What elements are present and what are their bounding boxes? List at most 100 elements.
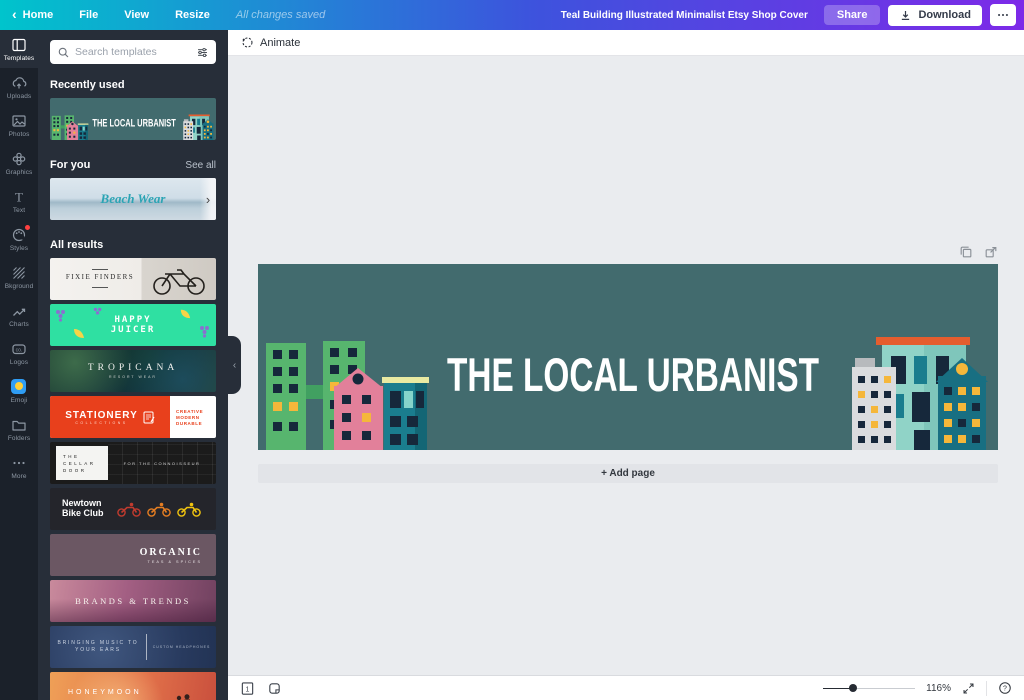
context-toolbar: Animate [228, 30, 1024, 56]
sidebar-rail: Templates Uploads Photos Graphics T Text… [0, 30, 38, 700]
templates-icon [11, 37, 27, 53]
cyclists-graphic [116, 502, 202, 517]
view-menu[interactable]: View [124, 9, 149, 21]
template-organic-thumb[interactable]: ORGANIC TEAS & SPICES [50, 534, 216, 576]
home-label: Home [23, 9, 54, 21]
fullscreen-icon[interactable] [962, 682, 975, 695]
sidebar-item-photos[interactable]: Photos [0, 106, 38, 144]
styles-icon [11, 227, 27, 243]
template-music-thumb[interactable]: BRINGING MUSIC TO YOUR EARS CUSTOM HEADP… [50, 626, 216, 668]
template-title: STATIONERY [65, 410, 138, 421]
template-subtitle: TEAS & SPICES [148, 560, 203, 564]
zoom-slider[interactable] [823, 683, 915, 693]
notification-dot [25, 225, 30, 230]
template-title-line: BRINGING MUSIC TO [50, 640, 146, 648]
template-urbanist-thumb[interactable] [50, 98, 216, 140]
rail-label: Graphics [6, 169, 33, 176]
template-beach-thumb[interactable]: Beach Wear › [50, 178, 216, 220]
collapse-chevron-icon: ‹ [233, 360, 236, 371]
add-page-above-icon[interactable] [984, 245, 998, 259]
carousel-next-icon[interactable]: › [200, 178, 216, 220]
rail-label: Charts [9, 321, 29, 328]
emoji-icon [11, 379, 27, 395]
template-fixie-thumb[interactable]: FIXIE FINDERS [50, 258, 216, 300]
sidebar-item-folders[interactable]: Folders [0, 410, 38, 448]
template-tagline: CUSTOM HEADPHONES [147, 645, 216, 649]
template-juicer-thumb[interactable]: HAPPY JUICER [50, 304, 216, 346]
search-box[interactable] [50, 40, 216, 64]
recently-used-heading: Recently used [50, 78, 216, 92]
template-bike-thumb[interactable]: Newtown Bike Club [50, 488, 216, 530]
pages-view-icon[interactable] [267, 681, 282, 696]
sidebar-item-charts[interactable]: Charts [0, 296, 38, 334]
document-title[interactable]: Teal Building Illustrated Minimalist Ets… [561, 10, 808, 21]
couple-silhouette-graphic [172, 694, 194, 700]
sidebar-item-more[interactable]: More [0, 448, 38, 486]
more-options-button[interactable] [990, 4, 1016, 26]
animate-label: Animate [260, 37, 300, 49]
rail-label: More [11, 473, 26, 480]
rail-label: Photos [9, 131, 30, 138]
design-page[interactable] [258, 264, 998, 450]
svg-text:1: 1 [246, 686, 250, 693]
sidebar-item-uploads[interactable]: Uploads [0, 68, 38, 106]
template-stationery-thumb[interactable]: STATIONERY COLLECTIONS CREATIVE MODERN D… [50, 396, 216, 438]
download-button[interactable]: Download [888, 5, 982, 26]
template-brands-thumb[interactable]: BRANDS & TRENDS [50, 580, 216, 622]
charts-icon [11, 303, 27, 319]
template-title-line: DOOR [63, 468, 108, 473]
zoom-slider-knob[interactable] [849, 684, 857, 692]
text-icon: T [11, 189, 27, 205]
animate-icon [241, 36, 254, 49]
sidebar-item-styles[interactable]: Styles [0, 220, 38, 258]
panel-collapse-tab[interactable]: ‹ [228, 336, 241, 394]
search-icon [57, 46, 70, 59]
download-label: Download [918, 9, 971, 21]
zoom-level: 116% [926, 683, 951, 694]
autosave-status: All changes saved [236, 9, 325, 21]
rail-label: Emoji [11, 397, 28, 404]
sidebar-item-background[interactable]: Bkground [0, 258, 38, 296]
template-tropicana-thumb[interactable]: TROPICANA RESORT WEAR [50, 350, 216, 392]
add-page-button[interactable]: + Add page [258, 464, 998, 483]
rail-label: Bkground [5, 283, 34, 290]
see-all-link[interactable]: See all [185, 160, 216, 171]
duplicate-page-icon[interactable] [959, 245, 973, 259]
background-icon [11, 265, 27, 281]
rail-label: Folders [8, 435, 30, 442]
sidebar-item-templates[interactable]: Templates [0, 30, 38, 68]
folders-icon [11, 417, 27, 433]
graphics-icon [11, 151, 27, 167]
sidebar-item-text[interactable]: T Text [0, 182, 38, 220]
rail-label: Templates [4, 55, 35, 62]
svg-text:co.: co. [16, 347, 23, 353]
file-menu[interactable]: File [79, 9, 98, 21]
animate-button[interactable]: Animate [241, 36, 300, 49]
home-button[interactable]: ‹ Home [12, 9, 53, 21]
template-results-list: FIXIE FINDERS HAPPY JUICER TROPICANA RES… [50, 258, 216, 700]
sidebar-item-emoji[interactable]: Emoji [0, 372, 38, 410]
for-you-heading: For you See all [50, 158, 216, 172]
filter-icon[interactable] [196, 46, 209, 59]
resize-menu[interactable]: Resize [175, 9, 210, 21]
all-results-heading: All results [50, 238, 216, 252]
template-honeymoon-thumb[interactable]: HONEYMOON [50, 672, 216, 700]
template-cellar-thumb[interactable]: THE CELLAR DOOR FOR THE CONNOISSEUR [50, 442, 216, 484]
notepad-icon [143, 410, 155, 424]
sidebar-item-graphics[interactable]: Graphics [0, 144, 38, 182]
search-input[interactable] [75, 46, 191, 58]
svg-text:T: T [15, 189, 23, 204]
help-icon[interactable]: ? [998, 681, 1012, 695]
canvas-workspace: + Add page [228, 56, 1024, 675]
template-title: TROPICANA [88, 363, 178, 373]
divider [986, 681, 987, 696]
logos-icon: co. [11, 341, 27, 357]
page-number-icon[interactable]: 1 [240, 681, 255, 696]
template-subtitle: COLLECTIONS [65, 421, 138, 425]
rail-label: Logos [10, 359, 28, 366]
share-button[interactable]: Share [824, 5, 881, 25]
banana-graphic [72, 326, 86, 340]
sidebar-item-logos[interactable]: co. Logos [0, 334, 38, 372]
template-side-text: MODERN [176, 415, 200, 420]
template-tagline: FOR THE CONNOISSEUR [108, 442, 216, 484]
